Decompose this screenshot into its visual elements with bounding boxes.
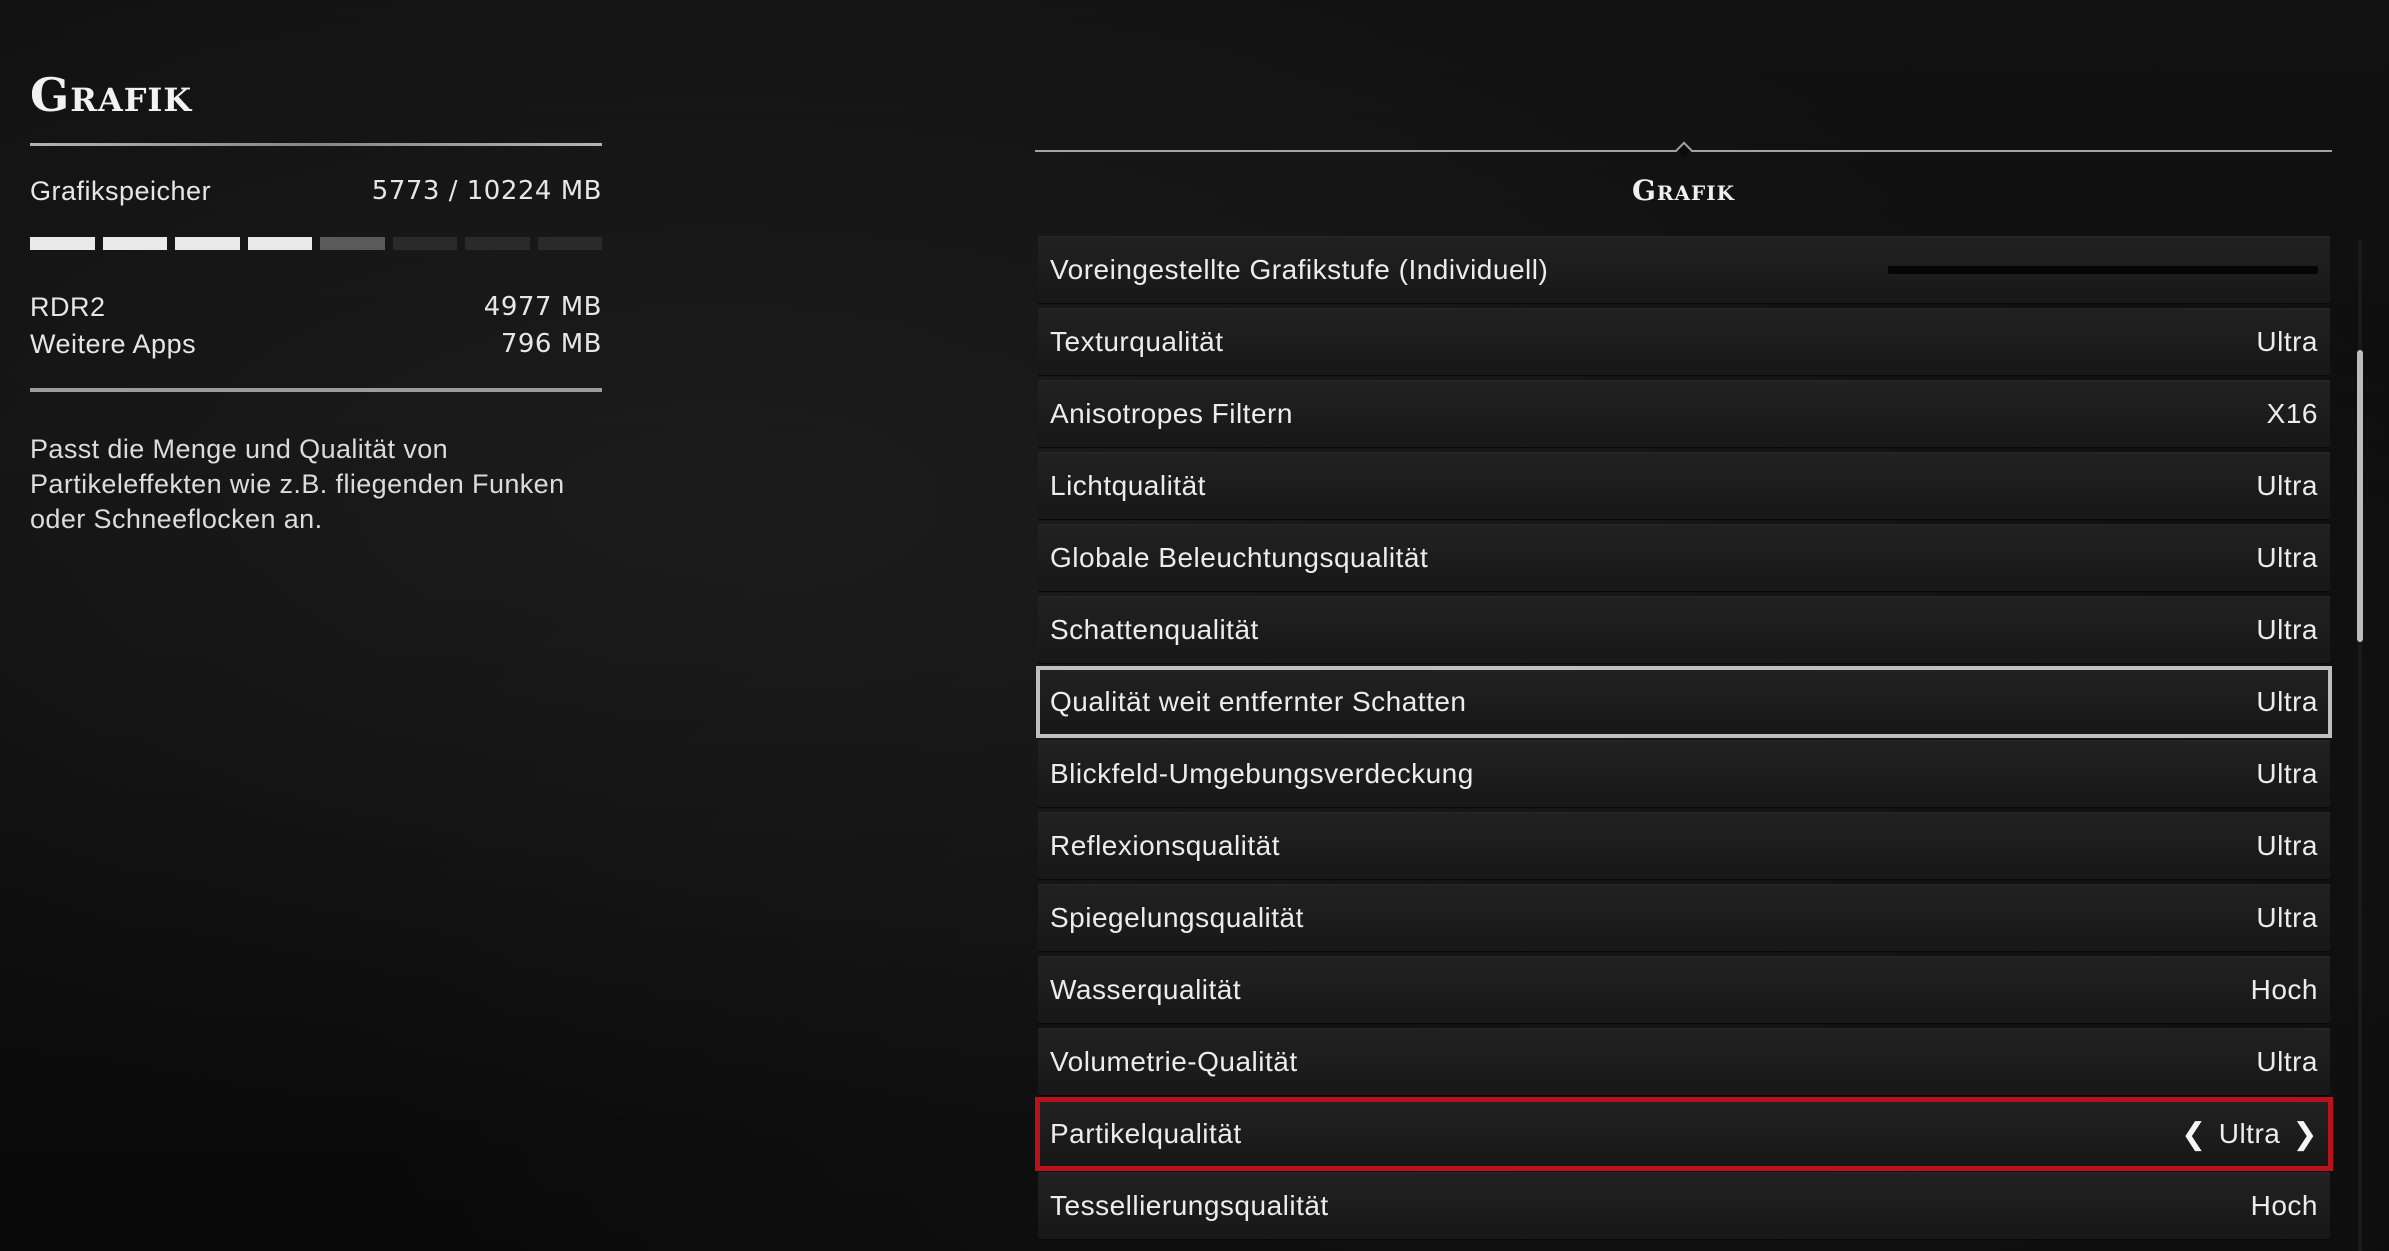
- memory-bar-segment: [175, 237, 240, 250]
- panel-title: Grafik: [1632, 174, 1735, 207]
- setting-row-tessellation-quality[interactable]: Tessellierungsqualität Hoch: [1038, 1172, 2330, 1240]
- chevron-right-icon[interactable]: ❯: [2292, 1117, 2318, 1152]
- setting-row-ambient-occlusion[interactable]: Blickfeld-Umgebungsverdeckung Ultra: [1038, 740, 2330, 808]
- memory-bar-segment: [465, 237, 530, 250]
- graphics-memory-value: 5773 / 10224 MB: [371, 176, 602, 206]
- settings-list: Voreingestellte Grafikstufe (Individuell…: [1035, 236, 2333, 1244]
- setting-value: Ultra: [2256, 686, 2318, 717]
- setting-row-mirror-quality[interactable]: Spiegelungsqualität Ultra: [1038, 884, 2330, 952]
- memory-bar-segment: [247, 237, 312, 250]
- setting-label: Anisotropes Filtern: [1050, 398, 1293, 429]
- settings-panel: Grafik Voreingestellte Grafikstufe (Indi…: [1035, 141, 2333, 1240]
- other-apps-memory-label: Weitere Apps: [30, 329, 197, 359]
- graphics-memory-label: Grafikspeicher: [30, 176, 212, 206]
- setting-row-lighting-quality[interactable]: Lichtqualität Ultra: [1038, 452, 2330, 520]
- setting-row-volumetric-quality[interactable]: Volumetrie-Qualität Ultra: [1038, 1028, 2330, 1096]
- rdr2-memory-value: 4977 MB: [483, 292, 602, 322]
- setting-value: Ultra: [2256, 830, 2318, 861]
- setting-row-graphics-preset[interactable]: Voreingestellte Grafikstufe (Individuell…: [1038, 236, 2330, 304]
- panel-top-divider: [1035, 141, 2332, 159]
- graphics-preset-slider[interactable]: [1888, 266, 2318, 274]
- setting-label: Wasserqualität: [1050, 974, 1242, 1005]
- setting-label: Schattenqualität: [1050, 614, 1259, 645]
- memory-bar-segment: [320, 237, 385, 250]
- memory-bar-segment: [102, 237, 167, 250]
- title-divider: [30, 143, 602, 146]
- setting-value: Ultra: [2256, 542, 2318, 573]
- setting-value: Ultra: [2256, 614, 2318, 645]
- info-title: Grafik: [30, 68, 193, 122]
- setting-value-selector: ❮ Ultra ❯: [2181, 1117, 2318, 1152]
- setting-label: Texturqualität: [1050, 326, 1224, 357]
- setting-value: Hoch: [2250, 974, 2318, 1005]
- memory-bar-segment: [30, 237, 95, 250]
- setting-description: Passt die Menge und Qualität von Partike…: [30, 434, 565, 534]
- setting-label: Spiegelungsqualität: [1050, 902, 1304, 933]
- setting-value: Ultra: [2218, 1118, 2281, 1149]
- other-apps-memory-row: Weitere Apps 796 MB: [30, 329, 602, 360]
- setting-row-texture-quality[interactable]: Texturqualität Ultra: [1038, 308, 2330, 376]
- setting-value: Hoch: [2250, 1190, 2318, 1221]
- other-apps-memory-value: 796 MB: [500, 329, 602, 359]
- setting-value: Ultra: [2256, 326, 2318, 357]
- rdr2-memory-row: RDR2 4977 MB: [30, 292, 602, 323]
- graphics-memory-bar: [30, 237, 602, 250]
- setting-value: Ultra: [2256, 902, 2318, 933]
- memory-bar-segment: [537, 237, 602, 250]
- setting-row-reflection-quality[interactable]: Reflexionsqualität Ultra: [1038, 812, 2330, 880]
- setting-label: Reflexionsqualität: [1050, 830, 1281, 861]
- setting-value: Ultra: [2256, 1046, 2318, 1077]
- setting-label: Lichtqualität: [1050, 470, 1206, 501]
- setting-row-global-illumination[interactable]: Globale Beleuchtungsqualität Ultra: [1038, 524, 2330, 592]
- setting-value: [1888, 266, 2318, 274]
- setting-label: Volumetrie-Qualität: [1050, 1046, 1298, 1077]
- setting-label: Partikelqualität: [1050, 1118, 1242, 1149]
- setting-value: X16: [2266, 398, 2318, 429]
- setting-row-water-quality[interactable]: Wasserqualität Hoch: [1038, 956, 2330, 1024]
- setting-label: Voreingestellte Grafikstufe (Individuell…: [1050, 254, 1549, 285]
- setting-value: Ultra: [2256, 470, 2318, 501]
- setting-row-anisotropic-filtering[interactable]: Anisotropes Filtern X16: [1038, 380, 2330, 448]
- setting-value: Ultra: [2256, 758, 2318, 789]
- memory-bar-segment: [392, 237, 457, 250]
- setting-row-particle-quality[interactable]: Partikelqualität ❮ Ultra ❯: [1035, 1097, 2333, 1171]
- graphics-memory-row: Grafikspeicher 5773 / 10224 MB: [30, 176, 602, 207]
- setting-label: Qualität weit entfernter Schatten: [1050, 686, 1467, 717]
- setting-row-shadow-quality[interactable]: Schattenqualität Ultra: [1038, 596, 2330, 664]
- chevron-left-icon[interactable]: ❮: [2181, 1117, 2207, 1152]
- setting-label: Globale Beleuchtungsqualität: [1050, 542, 1429, 573]
- memory-divider: [30, 388, 602, 392]
- scrollbar-thumb[interactable]: [2357, 350, 2363, 642]
- rdr2-memory-label: RDR2: [30, 292, 106, 322]
- setting-row-far-shadow-quality[interactable]: Qualität weit entfernter Schatten Ultra: [1036, 666, 2332, 738]
- setting-label: Blickfeld-Umgebungsverdeckung: [1050, 758, 1474, 789]
- setting-label: Tessellierungsqualität: [1050, 1190, 1329, 1221]
- info-panel: Grafik Grafikspeicher 5773 / 10224 MB RD…: [30, 60, 602, 537]
